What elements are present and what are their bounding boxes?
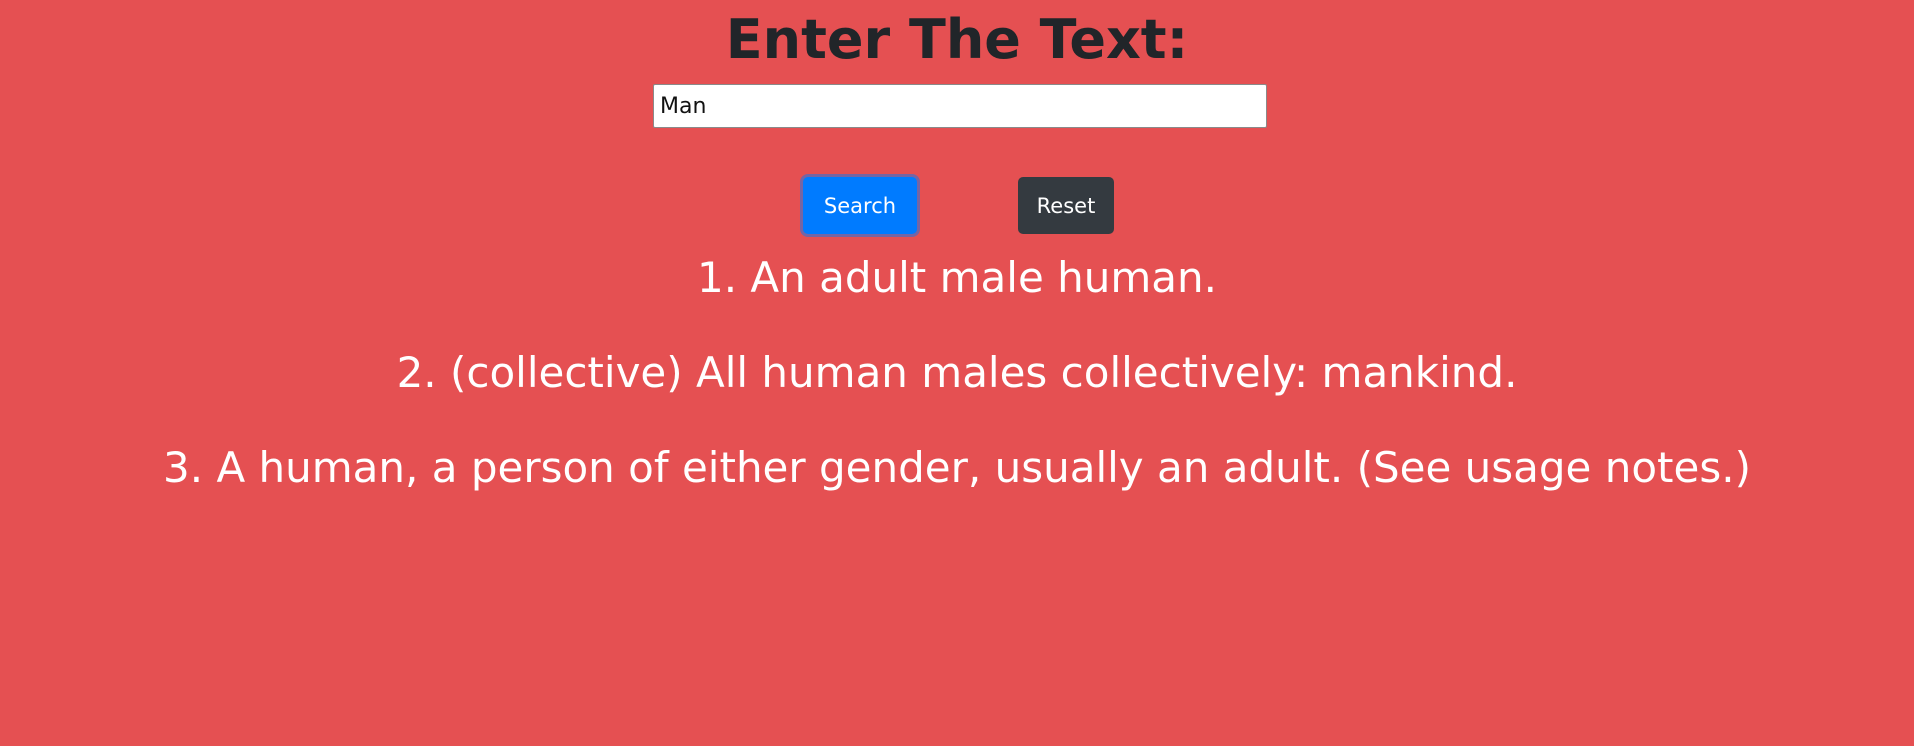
definition-item: 1. An adult male human. — [697, 253, 1217, 302]
search-input[interactable] — [653, 84, 1267, 128]
reset-button[interactable]: Reset — [1018, 177, 1114, 234]
app-root: Enter The Text: Search Reset 1. An adult… — [0, 0, 1914, 746]
search-button[interactable]: Search — [803, 177, 917, 234]
page-title: Enter The Text: — [725, 8, 1189, 71]
definition-item: 2. (collective) All human males collecti… — [396, 348, 1518, 397]
definitions-list: 1. An adult male human. 2. (collective) … — [0, 246, 1914, 531]
definition-item: 3. A human, a person of either gender, u… — [163, 443, 1751, 492]
